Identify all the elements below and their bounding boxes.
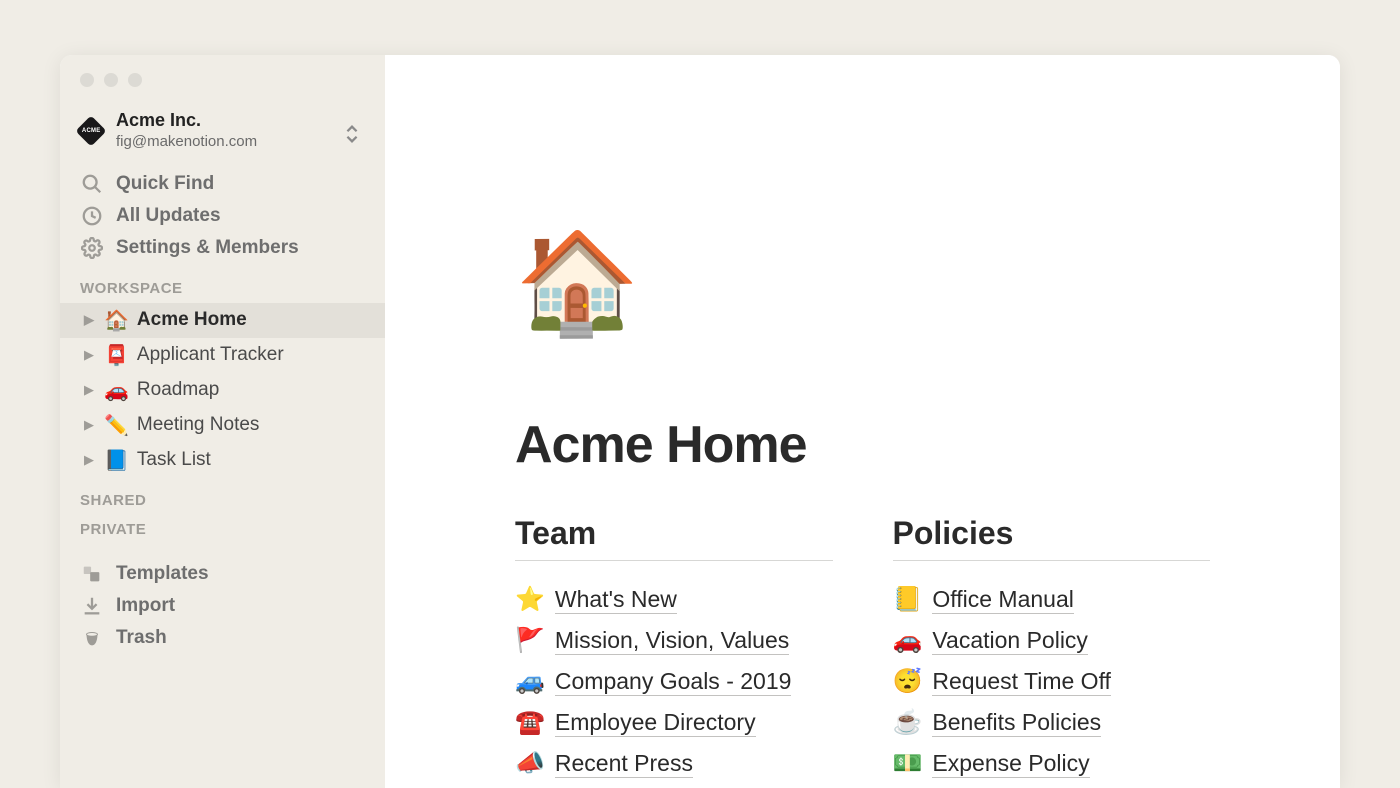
link-emoji-icon: 🚩 [515,626,545,655]
bottom-nav: Templates Import Trash [60,556,385,656]
sidebar-page-item[interactable]: ▶ 🚗 Roadmap [60,373,385,408]
trash-icon [80,627,104,649]
main-content: 🏠 Acme Home Team ⭐ What's New 🚩 Mission, Vis… [385,55,1340,788]
link-emoji-icon: 💵 [893,749,923,778]
page-label: Task List [137,449,211,471]
link-emoji-icon: ☎️ [515,708,545,737]
page-link[interactable]: 📒 Office Manual [893,579,1211,620]
app-window: ACME Acme Inc. fig@makenotion.com Quick … [60,55,1340,788]
sidebar-page-item[interactable]: ▶ 🏠 Acme Home [60,303,385,338]
link-label: Request Time Off [932,668,1111,696]
page-link[interactable]: 💵 Expense Policy [893,743,1211,784]
page-link[interactable]: 🚙 Company Goals - 2019 [515,661,833,702]
link-label: Company Goals - 2019 [555,668,792,696]
page-emoji-icon: 📘 [104,448,129,473]
link-label: Recent Press [555,750,693,778]
page-link[interactable]: ☎️ Employee Directory [515,702,833,743]
page-emoji-icon: ✏️ [104,413,129,438]
column-heading[interactable]: Team [515,515,596,560]
link-emoji-icon: 📣 [515,749,545,778]
link-emoji-icon: 😴 [893,667,923,696]
trash-button[interactable]: Trash [60,622,385,654]
page-title[interactable]: Acme Home [515,415,1210,475]
page-link[interactable]: 😴 Request Time Off [893,661,1211,702]
link-label: Employee Directory [555,709,756,737]
gear-icon [80,237,104,259]
link-label: Vacation Policy [932,627,1088,655]
page-emoji-icon: 🏠 [104,308,129,333]
content-column: Policies 📒 Office Manual 🚗 Vacation Policy 😴 R… [893,515,1211,784]
all-updates-label: All Updates [116,205,221,227]
workspace-section-label[interactable]: WORKSPACE [60,266,385,303]
settings-label: Settings & Members [116,237,299,259]
templates-button[interactable]: Templates [60,558,385,590]
trash-label: Trash [116,627,167,649]
sidebar: ACME Acme Inc. fig@makenotion.com Quick … [60,55,385,788]
link-label: Office Manual [932,586,1073,614]
page-label: Applicant Tracker [137,344,284,366]
chevron-right-icon[interactable]: ▶ [84,452,96,468]
link-emoji-icon: 📒 [893,585,923,614]
page-label: Roadmap [137,379,219,401]
close-window-button[interactable] [80,73,94,87]
link-emoji-icon: ⭐ [515,585,545,614]
chevron-right-icon[interactable]: ▶ [84,382,96,398]
search-icon [80,173,104,195]
window-controls [80,73,142,87]
import-icon [80,595,104,617]
link-emoji-icon: ☕ [893,708,923,737]
templates-label: Templates [116,563,209,585]
link-label: Expense Policy [932,750,1089,778]
page-emoji-icon: 📮 [104,343,129,368]
chevron-right-icon[interactable]: ▶ [84,417,96,433]
page-icon[interactable]: 🏠 [515,233,640,333]
workspace-switcher[interactable]: ACME Acme Inc. fig@makenotion.com [60,101,385,166]
page-link[interactable]: 🚗 Vacation Policy [893,620,1211,661]
workspace-email: fig@makenotion.com [116,132,257,152]
page-columns: Team ⭐ What's New 🚩 Mission, Vision, Values 🚙… [515,515,1210,784]
link-label: Benefits Policies [932,709,1101,737]
page-link[interactable]: ⭐ What's New [515,579,833,620]
quick-find-button[interactable]: Quick Find [60,168,385,200]
sidebar-page-item[interactable]: ▶ ✏️ Meeting Notes [60,408,385,443]
column-heading[interactable]: Policies [893,515,1014,560]
templates-icon [80,563,104,585]
minimize-window-button[interactable] [104,73,118,87]
page-link[interactable]: ☕ Benefits Policies [893,702,1211,743]
chevron-right-icon[interactable]: ▶ [84,312,96,328]
workspace-tree: ▶🏠Acme Home▶📮Applicant Tracker▶🚗Roadmap▶… [60,303,385,478]
page-link[interactable]: 📣 Recent Press [515,743,833,784]
chevron-right-icon[interactable]: ▶ [84,347,96,363]
page-label: Meeting Notes [137,414,260,436]
shared-section-label[interactable]: SHARED [60,478,385,515]
sidebar-page-item[interactable]: ▶ 📘 Task List [60,443,385,478]
link-label: Mission, Vision, Values [555,627,789,655]
maximize-window-button[interactable] [128,73,142,87]
private-section-label[interactable]: PRIVATE [60,515,385,544]
import-button[interactable]: Import [60,590,385,622]
page-label: Acme Home [137,309,247,331]
chevron-up-down-icon [341,123,363,147]
workspace-logo-icon: ACME [75,116,106,147]
workspace-info: Acme Inc. fig@makenotion.com [116,109,257,152]
settings-members-button[interactable]: Settings & Members [60,232,385,264]
quick-find-label: Quick Find [116,173,214,195]
content-column: Team ⭐ What's New 🚩 Mission, Vision, Values 🚙… [515,515,833,784]
top-nav: Quick Find All Updates Settings & Member… [60,166,385,266]
workspace-name: Acme Inc. [116,109,257,132]
link-emoji-icon: 🚗 [893,626,923,655]
page-link[interactable]: 🚩 Mission, Vision, Values [515,620,833,661]
link-emoji-icon: 🚙 [515,667,545,696]
import-label: Import [116,595,175,617]
page-emoji-icon: 🚗 [104,378,129,403]
sidebar-page-item[interactable]: ▶ 📮 Applicant Tracker [60,338,385,373]
link-label: What's New [555,586,677,614]
all-updates-button[interactable]: All Updates [60,200,385,232]
clock-icon [80,205,104,227]
